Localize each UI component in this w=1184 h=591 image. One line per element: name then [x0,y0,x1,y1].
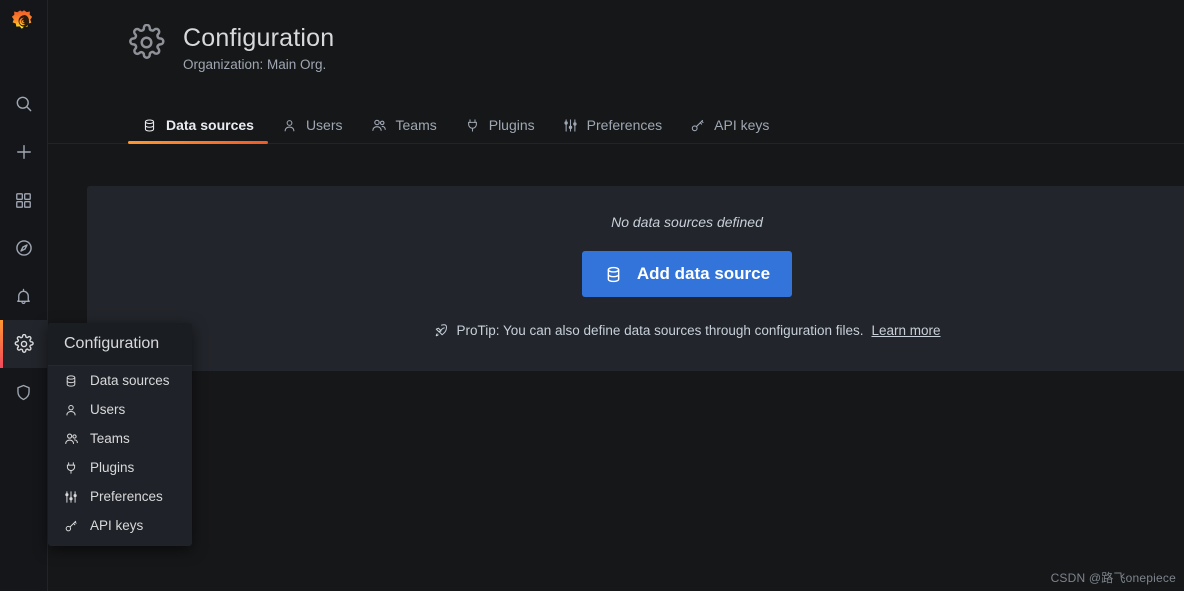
flyout-item-users[interactable]: Users [48,395,192,424]
tab-label: Users [305,117,343,133]
page-header: Configuration Organization: Main Org. [48,0,1184,108]
shield-icon [14,383,33,402]
flyout-item-preferences[interactable]: Preferences [48,482,192,511]
flyout-item-teams[interactable]: Teams [48,424,192,453]
user-icon [282,118,297,133]
plus-icon [14,142,34,162]
database-icon [142,118,157,133]
sidebar-nav-rail [0,0,48,591]
search-icon [14,94,34,114]
database-icon [64,374,79,388]
add-data-source-button[interactable]: Add data source [581,251,793,297]
key-icon [690,118,705,133]
users-icon [371,117,387,133]
flyout-title: Configuration [48,323,192,366]
compass-icon [14,238,34,258]
bell-icon [14,287,33,306]
sliders-icon [64,490,79,504]
page-title: Configuration [183,24,335,52]
tab-plugins[interactable]: Plugins [451,117,549,143]
gear-icon [128,23,165,66]
data-sources-panel: No data sources defined Add data source [87,186,1184,371]
sliders-icon [563,118,578,133]
flyout-item-label: API keys [90,518,144,533]
tab-users[interactable]: Users [268,117,357,143]
main-content-area: Configuration Organization: Main Org. Da… [48,0,1184,591]
flyout-item-data-sources[interactable]: Data sources [48,366,192,395]
sidebar-item-explore[interactable] [0,224,48,272]
sidebar-item-search[interactable] [0,80,48,128]
gear-icon [14,334,34,354]
sidebar-item-server-admin[interactable] [0,368,48,416]
key-icon [64,519,79,533]
sidebar-item-create[interactable] [0,128,48,176]
flyout-item-label: Preferences [90,489,163,504]
flyout-item-label: Data sources [90,373,170,388]
flyout-item-label: Plugins [90,460,135,475]
tab-label: Teams [395,117,437,133]
configuration-flyout-menu: Configuration Data sources Users Teams P… [48,323,192,546]
protip-text: ProTip: You can also define data sources… [456,323,864,338]
grafana-app-window: Configuration Organization: Main Org. Da… [0,0,1184,591]
users-icon [64,431,79,446]
tab-api-keys[interactable]: API keys [676,117,783,143]
tab-label: API keys [714,117,770,133]
flyout-item-plugins[interactable]: Plugins [48,453,192,482]
protip-row: ProTip: You can also define data sources… [87,323,1184,338]
tab-data-sources[interactable]: Data sources [128,117,268,144]
plug-icon [64,461,79,475]
tab-label: Preferences [586,117,663,133]
tab-bar: Data sources Users Teams Plugins Prefere… [48,108,1184,144]
page-subtitle: Organization: Main Org. [183,57,327,72]
database-icon [604,265,623,284]
sidebar-item-dashboards[interactable] [0,176,48,224]
flyout-item-label: Teams [90,431,130,446]
empty-state-message: No data sources defined [611,214,763,230]
flyout-item-label: Users [90,402,126,417]
add-data-source-label: Add data source [636,264,771,283]
rocket-icon [433,323,448,338]
grafana-logo[interactable] [0,0,48,44]
plug-icon [465,118,480,133]
apps-grid-icon [14,191,33,210]
tab-label: Data sources [166,117,254,133]
tab-teams[interactable]: Teams [357,117,451,143]
sidebar-item-alerting[interactable] [0,272,48,320]
add-data-source-row: Add data source [87,251,1184,297]
content-panel-wrapper: No data sources defined Add data source [48,160,1184,380]
sidebar-item-configuration[interactable] [0,320,48,368]
learn-more-link[interactable]: Learn more [871,323,940,338]
tab-label: Plugins [488,117,535,133]
tab-preferences[interactable]: Preferences [549,117,676,143]
watermark: CSDN @路飞onepiece [1050,571,1176,585]
user-icon [64,403,79,417]
flyout-item-api-keys[interactable]: API keys [48,511,192,540]
